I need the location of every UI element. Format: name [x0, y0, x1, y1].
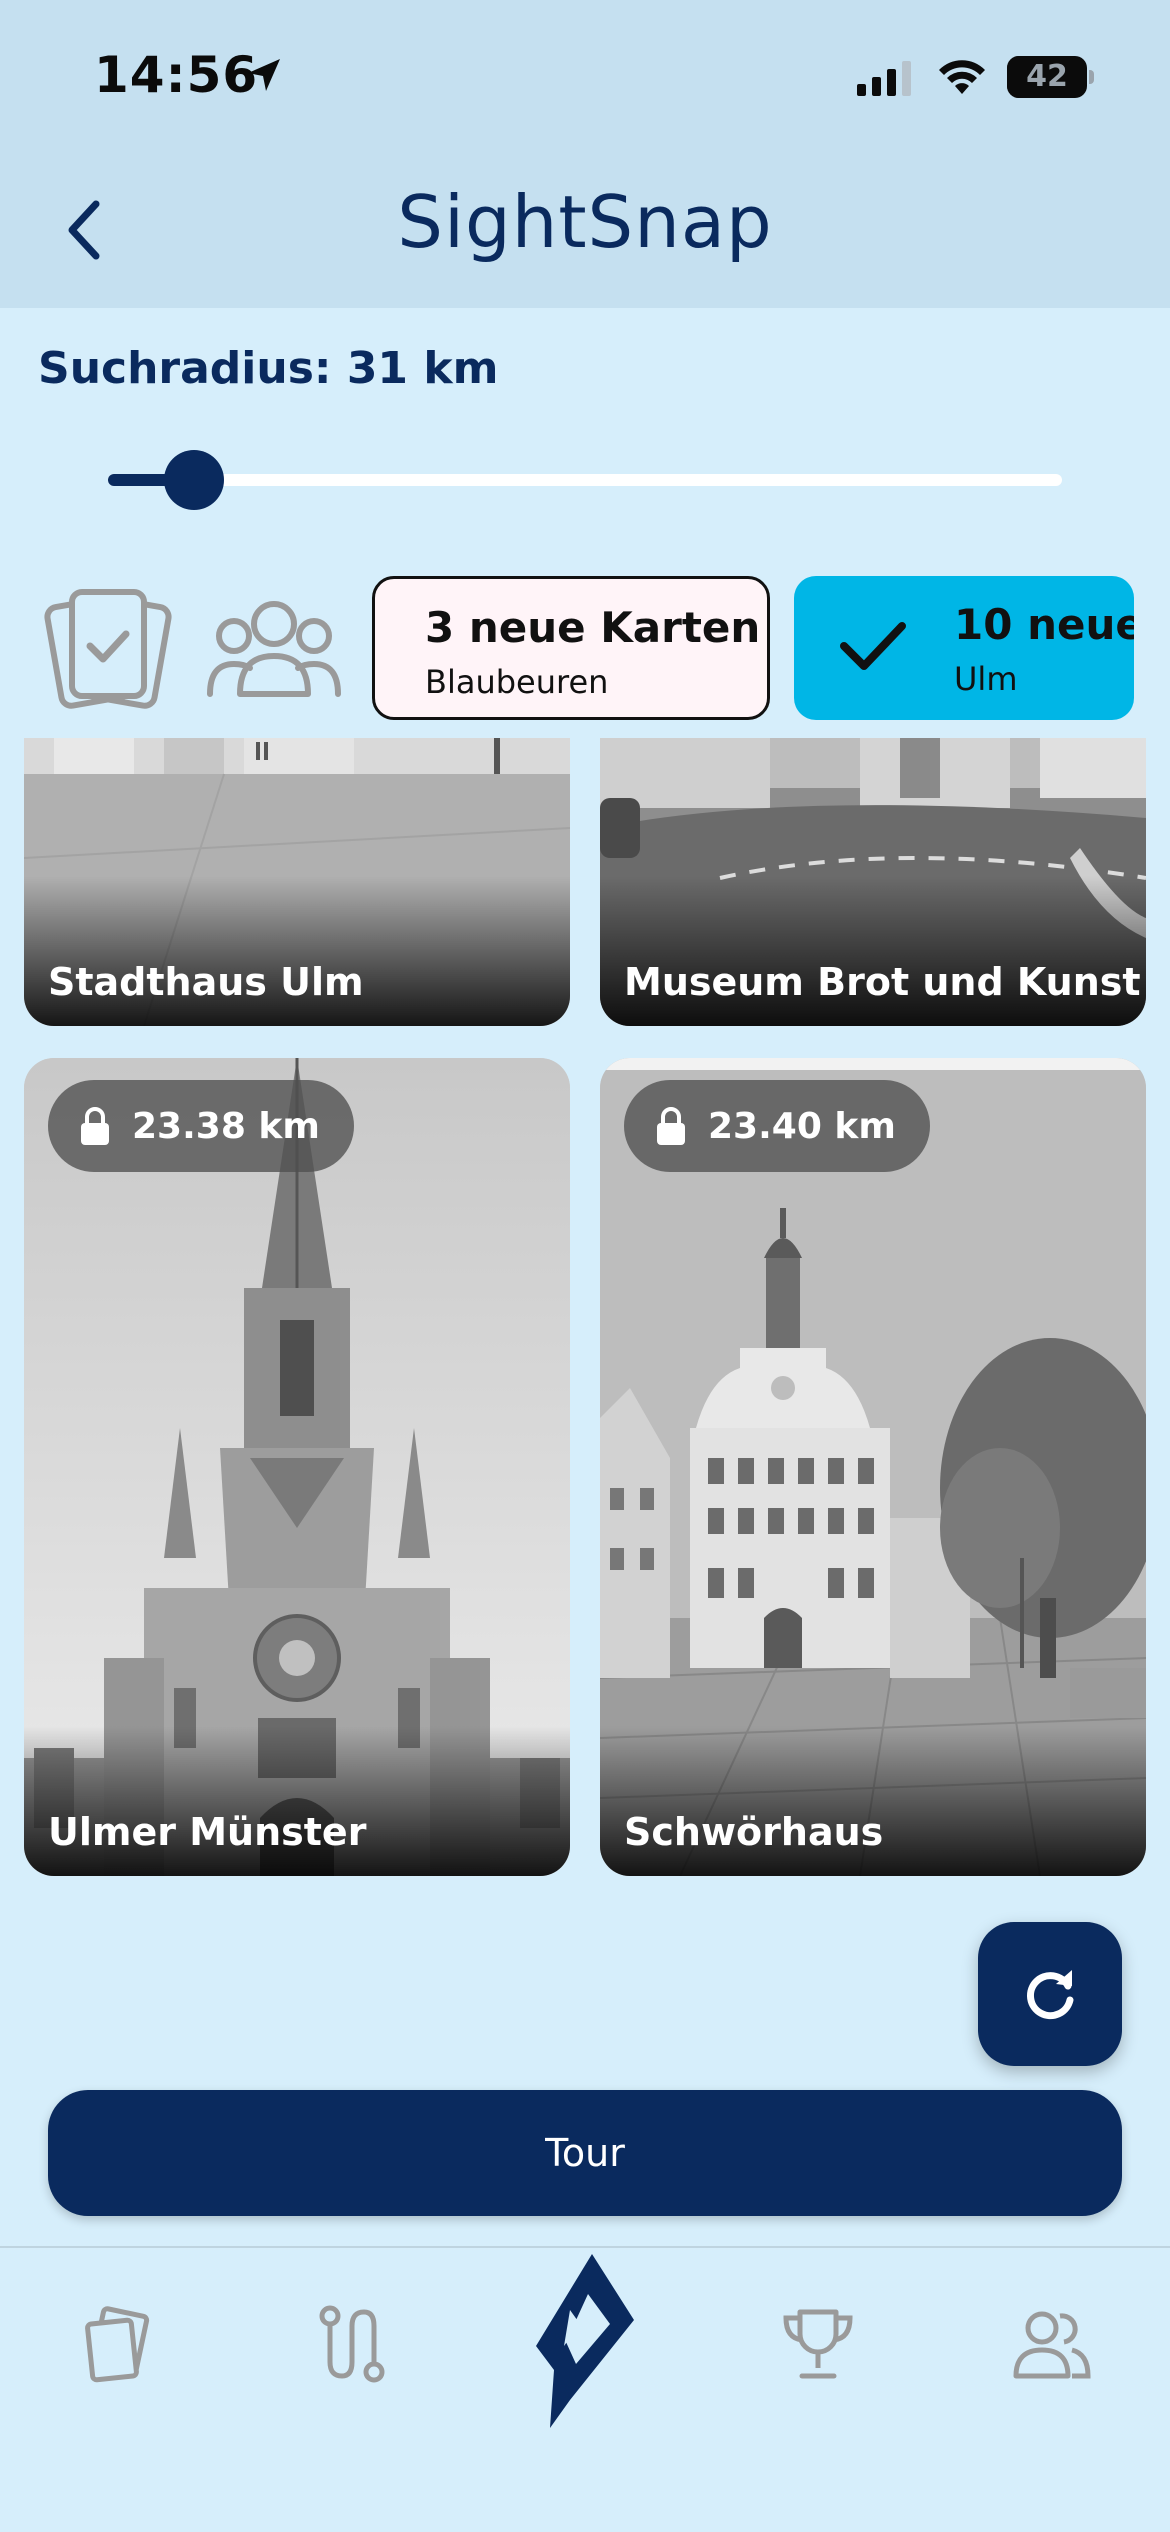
refresh-button[interactable]	[978, 1922, 1122, 2066]
sight-name: Stadthaus Ulm	[48, 960, 364, 1004]
sight-name: Museum Brot und Kunst	[624, 960, 1141, 1004]
battery-icon: 42	[1007, 56, 1087, 98]
filter-chip-subtitle: Blaubeuren	[425, 663, 609, 701]
sightsnap-logo-icon[interactable]	[530, 2250, 640, 2430]
filter-chip-ulm[interactable]: 10 neue Karten Ulm	[794, 576, 1134, 720]
cards-tab-icon[interactable]	[78, 2304, 158, 2384]
status-time: 14:56	[94, 46, 259, 104]
filter-chip-blaubeuren[interactable]: 3 neue Karten Blaubeuren	[372, 576, 770, 720]
sight-name: Schwörhaus	[624, 1810, 884, 1854]
sight-card[interactable]: Stadthaus Ulm	[24, 738, 570, 1026]
trophy-tab-icon[interactable]	[778, 2304, 858, 2384]
battery-tip	[1089, 70, 1094, 84]
battery-level: 42	[1026, 59, 1068, 94]
cellular-signal-icon	[857, 61, 911, 96]
sight-name: Ulmer Münster	[48, 1810, 367, 1854]
radius-slider-track[interactable]	[108, 474, 1062, 486]
bottom-tab-bar	[0, 2246, 1170, 2532]
check-icon	[840, 622, 906, 670]
distance-badge: 23.38 km	[48, 1080, 354, 1172]
distance-text: 23.38 km	[132, 1105, 320, 1147]
distance-badge: 23.40 km	[624, 1080, 930, 1172]
sight-card-grid: Stadthaus Ulm Museum Brot und Kunst 23.3…	[0, 738, 1170, 1888]
filter-chip-title: 10 neue Karten	[954, 600, 1134, 649]
distance-text: 23.40 km	[708, 1105, 896, 1147]
group-icon[interactable]	[204, 594, 344, 704]
tour-button[interactable]: Tour	[48, 2090, 1122, 2216]
wifi-icon	[939, 60, 985, 94]
sight-card[interactable]: 23.38 km Ulmer Münster	[24, 1058, 570, 1876]
radius-slider-thumb[interactable]	[163, 450, 224, 510]
sight-card[interactable]: 23.40 km Schwörhaus	[600, 1058, 1146, 1876]
cards-check-icon[interactable]	[40, 580, 176, 716]
app-header: SightSnap	[0, 150, 1170, 308]
filter-chip-title: 3 neue Karten	[425, 603, 761, 652]
filter-row: 3 neue Karten Blaubeuren 10 neue Karten …	[0, 570, 1170, 726]
lock-icon	[657, 1107, 685, 1145]
friends-tab-icon[interactable]	[1012, 2304, 1092, 2384]
page-title: SightSnap	[397, 180, 773, 264]
filter-chip-subtitle: Ulm	[954, 660, 1018, 698]
sight-card[interactable]: Museum Brot und Kunst	[600, 738, 1146, 1026]
lock-icon	[81, 1107, 109, 1145]
route-tab-icon[interactable]	[312, 2304, 392, 2384]
location-arrow-icon	[248, 59, 280, 91]
status-bar: 14:56 42	[0, 0, 1170, 150]
refresh-icon	[1027, 1970, 1074, 2020]
search-radius-label: Suchradius: 31 km	[38, 343, 499, 394]
